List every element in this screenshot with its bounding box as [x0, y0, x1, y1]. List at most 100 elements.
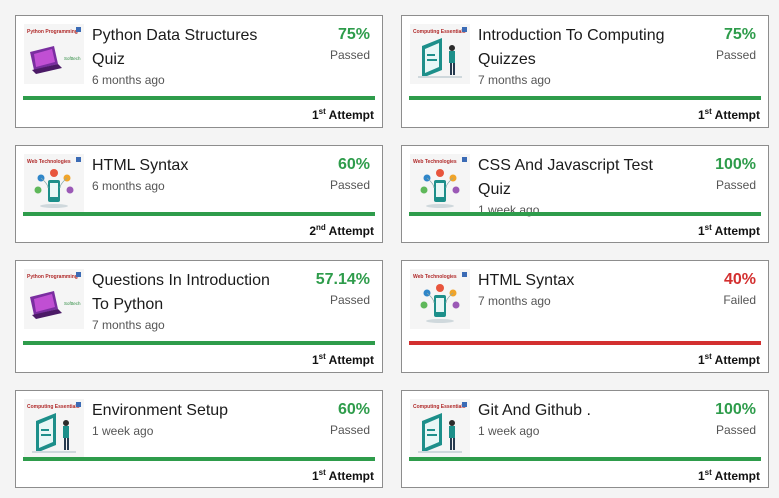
python-programming-thumbnail: Python Programming Softtech	[24, 269, 84, 329]
quiz-title[interactable]: Python Data Structures Quiz	[92, 27, 257, 68]
attempt-ordinal: st	[704, 352, 712, 361]
svg-text:Python Programming: Python Programming	[27, 29, 78, 35]
score-progress-bar	[23, 457, 375, 461]
score-progress-bar	[23, 212, 375, 216]
quiz-time: 1 week ago	[92, 424, 154, 438]
quiz-title-block: Git And Github . 1 week ago	[478, 399, 674, 439]
quiz-title[interactable]: Environment Setup	[92, 402, 228, 419]
pass-status: Passed	[715, 48, 756, 62]
pass-status: Passed	[715, 423, 756, 437]
score-block: 75% Passed	[330, 24, 370, 64]
attempt-ordinal: st	[704, 468, 712, 477]
attempt-word: Attempt	[328, 469, 374, 483]
computing-essentials-thumbnail: Computing Essentials	[410, 399, 470, 459]
quiz-time: 7 months ago	[478, 73, 551, 87]
pass-status: Passed	[329, 293, 370, 307]
attempt-label: 1st Attempt	[312, 105, 374, 122]
attempt-number: 2	[309, 224, 316, 238]
score-progress-fill	[23, 457, 375, 461]
score-percent: 100%	[715, 156, 756, 173]
quiz-title-block: Introduction To Computing Quizzes 7 mont…	[478, 24, 674, 88]
quiz-title[interactable]: Git And Github .	[478, 402, 591, 419]
attempt-number: 1	[697, 224, 705, 238]
attempt-number: 1	[311, 353, 319, 367]
quiz-time: 6 months ago	[92, 73, 165, 87]
attempt-ordinal: st	[704, 107, 712, 116]
quiz-title[interactable]: Questions In Introduction To Python	[92, 272, 270, 313]
web-technologies-thumbnail: Web Technologies	[410, 154, 470, 214]
computing-essentials-thumbnail: Computing Essentials	[24, 399, 84, 459]
attempt-ordinal: st	[704, 223, 712, 232]
attempt-word: Attempt	[328, 108, 374, 122]
quiz-title-block: Questions In Introduction To Python 7 mo…	[92, 269, 288, 333]
score-percent: 75%	[723, 26, 756, 43]
score-progress-fill	[23, 212, 375, 216]
attempt-label: 1st Attempt	[698, 350, 760, 367]
quiz-result-card[interactable]: Python Programming Softtech Questions In…	[15, 260, 383, 373]
quiz-title-block: CSS And Javascript Test Quiz 1 week ago	[478, 154, 674, 218]
quiz-title[interactable]: HTML Syntax	[92, 157, 188, 174]
score-block: 100% Passed	[715, 399, 756, 439]
quiz-result-card[interactable]: Computing Essentials Git And Github . 1 …	[401, 390, 769, 488]
attempt-label: 1st Attempt	[698, 105, 760, 122]
attempt-word: Attempt	[714, 224, 760, 238]
quiz-result-card[interactable]: Web Technologies HTML Syntax 6 months ag…	[15, 145, 383, 243]
quiz-result-card[interactable]: Computing Essentials Environment Setup 1…	[15, 390, 383, 488]
attempt-number: 1	[697, 353, 705, 367]
attempt-word: Attempt	[328, 224, 374, 238]
score-progress-bar	[23, 341, 375, 345]
attempt-number: 1	[311, 469, 319, 483]
attempt-ordinal: st	[318, 352, 326, 361]
svg-text:Softtech: Softtech	[64, 301, 81, 306]
quiz-time: 1 week ago	[478, 424, 540, 438]
attempt-word: Attempt	[328, 353, 374, 367]
quiz-time: 7 months ago	[92, 318, 165, 332]
quiz-time: 7 months ago	[478, 294, 551, 308]
svg-text:Softtech: Softtech	[64, 56, 81, 61]
score-percent: 60%	[337, 156, 370, 173]
quiz-result-card[interactable]: Computing Essentials Introduction To Com…	[401, 15, 769, 128]
computing-essentials-thumbnail: Computing Essentials	[410, 24, 470, 84]
score-progress-fill	[23, 341, 375, 345]
web-technologies-thumbnail: Web Technologies	[24, 154, 84, 214]
attempt-label: 1st Attempt	[698, 221, 760, 238]
quiz-result-card[interactable]: Web Technologies CSS And Javascript Test…	[401, 145, 769, 243]
web-technologies-thumbnail: Web Technologies	[410, 269, 470, 329]
score-percent: 100%	[715, 401, 756, 418]
quiz-title[interactable]: CSS And Javascript Test Quiz	[478, 157, 653, 198]
score-progress-bar	[409, 457, 761, 461]
attempt-word: Attempt	[714, 108, 760, 122]
quiz-title-block: HTML Syntax 7 months ago	[478, 269, 674, 309]
score-block: 40% Failed	[723, 269, 756, 309]
quiz-title[interactable]: HTML Syntax	[478, 272, 574, 289]
score-progress-fill	[23, 96, 375, 100]
score-progress-fill	[409, 212, 761, 216]
score-progress-bar	[409, 96, 761, 100]
attempt-number: 1	[697, 469, 705, 483]
score-block: 75% Passed	[716, 24, 756, 64]
python-programming-thumbnail: Python Programming Softtech	[24, 24, 84, 84]
score-progress-bar	[409, 212, 761, 216]
svg-text:Computing Essentials: Computing Essentials	[413, 404, 466, 410]
svg-text:Python Programming: Python Programming	[27, 274, 78, 280]
attempt-ordinal: st	[318, 468, 326, 477]
pass-status: Failed	[723, 293, 756, 307]
attempt-number: 1	[311, 108, 319, 122]
svg-text:Web Technologies: Web Technologies	[413, 159, 457, 165]
attempt-word: Attempt	[714, 353, 760, 367]
attempt-label: 1st Attempt	[312, 466, 374, 483]
score-progress-bar	[409, 341, 761, 345]
quiz-title[interactable]: Introduction To Computing Quizzes	[478, 27, 664, 68]
quiz-result-card[interactable]: Python Programming Softtech Python Data …	[15, 15, 383, 128]
pass-status: Passed	[329, 48, 370, 62]
quiz-title-block: Environment Setup 1 week ago	[92, 399, 288, 439]
quiz-title-block: HTML Syntax 6 months ago	[92, 154, 288, 194]
score-progress-fill	[409, 457, 761, 461]
quiz-result-card[interactable]: Web Technologies HTML Syntax 7 months ag…	[401, 260, 769, 373]
attempt-number: 1	[697, 108, 705, 122]
quiz-time: 6 months ago	[92, 179, 165, 193]
score-block: 100% Passed	[715, 154, 756, 194]
score-progress-bar	[23, 96, 375, 100]
score-block: 57.14% Passed	[316, 269, 370, 309]
pass-status: Passed	[715, 178, 756, 192]
